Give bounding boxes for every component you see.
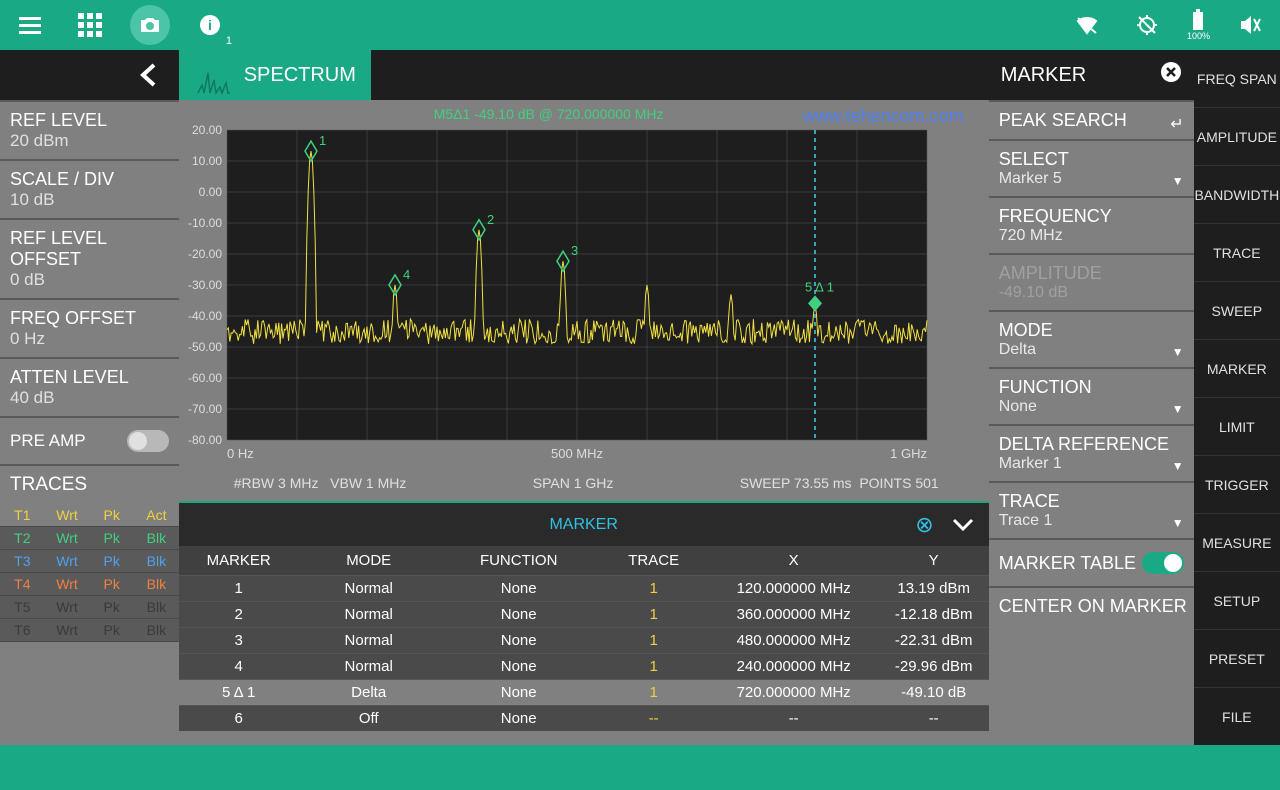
marker-row[interactable]: 4NormalNone1240.000000 MHz-29.96 dBm <box>179 653 989 679</box>
svg-text:-40.00: -40.00 <box>188 309 222 323</box>
setting-atten-level[interactable]: ATTEN LEVEL40 dB <box>0 357 179 416</box>
spectrum-icon <box>194 55 234 95</box>
camera-icon[interactable] <box>130 5 170 45</box>
menu-measure[interactable]: MEASURE <box>1194 513 1280 571</box>
svg-text:3: 3 <box>571 243 578 258</box>
menu-limit[interactable]: LIMIT <box>1194 397 1280 455</box>
marker-row[interactable]: 6OffNone------ <box>179 705 989 731</box>
menu-trigger[interactable]: TRIGGER <box>1194 455 1280 513</box>
spectrum-header: SPECTRUM <box>179 50 989 100</box>
menu-file[interactable]: FILE <box>1194 687 1280 745</box>
wifi-off-icon[interactable] <box>1067 5 1107 45</box>
gps-off-icon[interactable] <box>1127 5 1167 45</box>
marker-table-bar[interactable]: MARKER ⊗ <box>179 501 989 546</box>
svg-text:1 GHz: 1 GHz <box>890 446 927 461</box>
marker-select[interactable]: SELECTMarker 5▼ <box>989 139 1194 196</box>
marker-table-toggle-row[interactable]: MARKER TABLE <box>989 538 1194 586</box>
preamp-toggle[interactable] <box>127 430 169 452</box>
bottom-bar <box>0 745 1280 790</box>
svg-text:-60.00: -60.00 <box>188 371 222 385</box>
trace-row[interactable]: T1WrtPkAct <box>0 504 179 527</box>
marker-row[interactable]: 2NormalNone1360.000000 MHz-12.18 dBm <box>179 601 989 627</box>
svg-text:10.00: 10.00 <box>192 154 222 168</box>
marker-amplitude[interactable]: AMPLITUDE-49.10 dB <box>989 253 1194 310</box>
preamp-toggle-row[interactable]: PRE AMP <box>0 416 179 464</box>
trace-row[interactable]: T3WrtPkBlk <box>0 550 179 573</box>
svg-text:-80.00: -80.00 <box>188 433 222 447</box>
spectrum-tab[interactable]: SPECTRUM <box>179 50 371 100</box>
marker-delta-reference[interactable]: DELTA REFERENCEMarker 1▼ <box>989 424 1194 481</box>
center-on-marker[interactable]: CENTER ON MARKER <box>989 586 1194 625</box>
marker-panel: MARKER PEAK SEARCH↵SELECTMarker 5▼FREQUE… <box>989 50 1194 745</box>
marker-row[interactable]: 5 Δ 1DeltaNone1720.000000 MHz-49.10 dB <box>179 679 989 705</box>
marker-mode[interactable]: MODEDelta▼ <box>989 310 1194 367</box>
svg-text:2: 2 <box>487 212 494 227</box>
info-icon[interactable]: i1 <box>190 5 230 45</box>
trace-row[interactable]: T2WrtPkBlk <box>0 527 179 550</box>
main-menu: FREQ SPANAMPLITUDEBANDWIDTHTRACESWEEPMAR… <box>1194 50 1280 745</box>
setting-ref-level[interactable]: REF LEVEL20 dBm <box>0 100 179 159</box>
setting-freq-offset[interactable]: FREQ OFFSET0 Hz <box>0 298 179 357</box>
traces-header: TRACES <box>0 464 179 504</box>
menu-marker[interactable]: MARKER <box>1194 339 1280 397</box>
svg-text:-70.00: -70.00 <box>188 402 222 416</box>
marker-panel-close-icon[interactable] <box>1160 61 1182 89</box>
svg-text:0.00: 0.00 <box>198 185 222 199</box>
watermark: www.tehencom.com <box>803 106 964 127</box>
marker-table-collapse-icon[interactable] <box>952 512 974 538</box>
svg-text:-10.00: -10.00 <box>188 216 222 230</box>
marker-function[interactable]: FUNCTIONNone▼ <box>989 367 1194 424</box>
menu-amplitude[interactable]: AMPLITUDE <box>1194 107 1280 165</box>
marker-trace[interactable]: TRACETrace 1▼ <box>989 481 1194 538</box>
svg-text:i: i <box>208 17 212 33</box>
trace-row[interactable]: T6WrtPkBlk <box>0 619 179 642</box>
traces-table: T1WrtPkActT2WrtPkBlkT3WrtPkBlkT4WrtPkBlk… <box>0 504 179 642</box>
menu-icon[interactable] <box>10 5 50 45</box>
spectrum-plot[interactable]: M5Δ1 -49.10 dB @ 720.000000 MHz www.tehe… <box>179 100 989 465</box>
svg-text:0 Hz: 0 Hz <box>227 446 254 461</box>
spectrum-title: SPECTRUM <box>244 64 356 87</box>
mute-icon[interactable] <box>1230 5 1270 45</box>
menu-preset[interactable]: PRESET <box>1194 629 1280 687</box>
menu-bandwidth[interactable]: BANDWIDTH <box>1194 165 1280 223</box>
back-button[interactable] <box>0 50 179 100</box>
marker-peak-search[interactable]: PEAK SEARCH↵ <box>989 100 1194 139</box>
setting-ref-level-offset[interactable]: REF LEVEL OFFSET0 dB <box>0 218 179 298</box>
menu-sweep[interactable]: SWEEP <box>1194 281 1280 339</box>
marker-bar-title: MARKER <box>549 516 617 534</box>
svg-text:1: 1 <box>319 133 326 148</box>
left-settings-panel: REF LEVEL20 dBmSCALE / DIV10 dBREF LEVEL… <box>0 50 179 745</box>
svg-text:-50.00: -50.00 <box>188 340 222 354</box>
apps-icon[interactable] <box>70 5 110 45</box>
svg-text:20.00: 20.00 <box>192 123 222 137</box>
svg-text:500 MHz: 500 MHz <box>551 446 603 461</box>
svg-text:5 Δ 1: 5 Δ 1 <box>805 279 834 294</box>
setting-scale-div[interactable]: SCALE / DIV10 dB <box>0 159 179 218</box>
menu-trace[interactable]: TRACE <box>1194 223 1280 281</box>
trace-row[interactable]: T5WrtPkBlk <box>0 596 179 619</box>
svg-text:4: 4 <box>403 267 410 282</box>
marker-readout: M5Δ1 -49.10 dB @ 720.000000 MHz <box>434 106 664 122</box>
marker-panel-header: MARKER <box>989 50 1194 100</box>
marker-table-toggle[interactable] <box>1142 552 1184 574</box>
battery-icon: 100% <box>1187 9 1210 41</box>
plot-info-bar: #RBW 3 MHz VBW 1 MHz SPAN 1 GHz SWEEP 73… <box>179 465 989 501</box>
marker-table-close-icon[interactable]: ⊗ <box>915 512 933 538</box>
marker-row[interactable]: 1NormalNone1120.000000 MHz13.19 dBm <box>179 575 989 601</box>
trace-row[interactable]: T4WrtPkBlk <box>0 573 179 596</box>
marker-frequency[interactable]: FREQUENCY720 MHz <box>989 196 1194 253</box>
marker-row[interactable]: 3NormalNone1480.000000 MHz-22.31 dBm <box>179 627 989 653</box>
menu-freq-span[interactable]: FREQ SPAN <box>1194 50 1280 107</box>
marker-table: MARKERMODEFUNCTIONTRACEXY 1NormalNone112… <box>179 546 989 731</box>
top-bar: i1 100% <box>0 0 1280 50</box>
svg-text:-30.00: -30.00 <box>188 278 222 292</box>
svg-text:-20.00: -20.00 <box>188 247 222 261</box>
menu-setup[interactable]: SETUP <box>1194 571 1280 629</box>
